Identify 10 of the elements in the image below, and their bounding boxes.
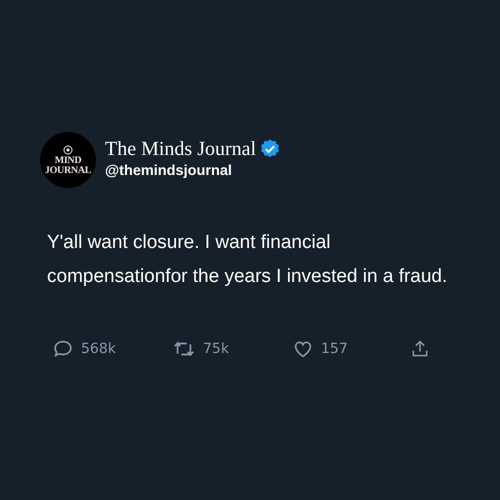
account-handle: @themindsjournal xyxy=(105,162,233,178)
reply-button[interactable]: 568k xyxy=(52,338,172,360)
speech-bubble-icon xyxy=(52,338,74,360)
post-text: Y'all want closure. I want financial xyxy=(47,231,332,255)
post-text: compensationfor the years I invested in a fraud. xyxy=(47,265,448,289)
account-name: The Minds Journal xyxy=(105,138,256,160)
retweet-button[interactable]: 75k xyxy=(172,338,292,360)
logo-text: MIND xyxy=(54,156,82,166)
logo-text: JOURNAL xyxy=(44,166,92,176)
like-button[interactable]: 157 xyxy=(292,338,412,360)
